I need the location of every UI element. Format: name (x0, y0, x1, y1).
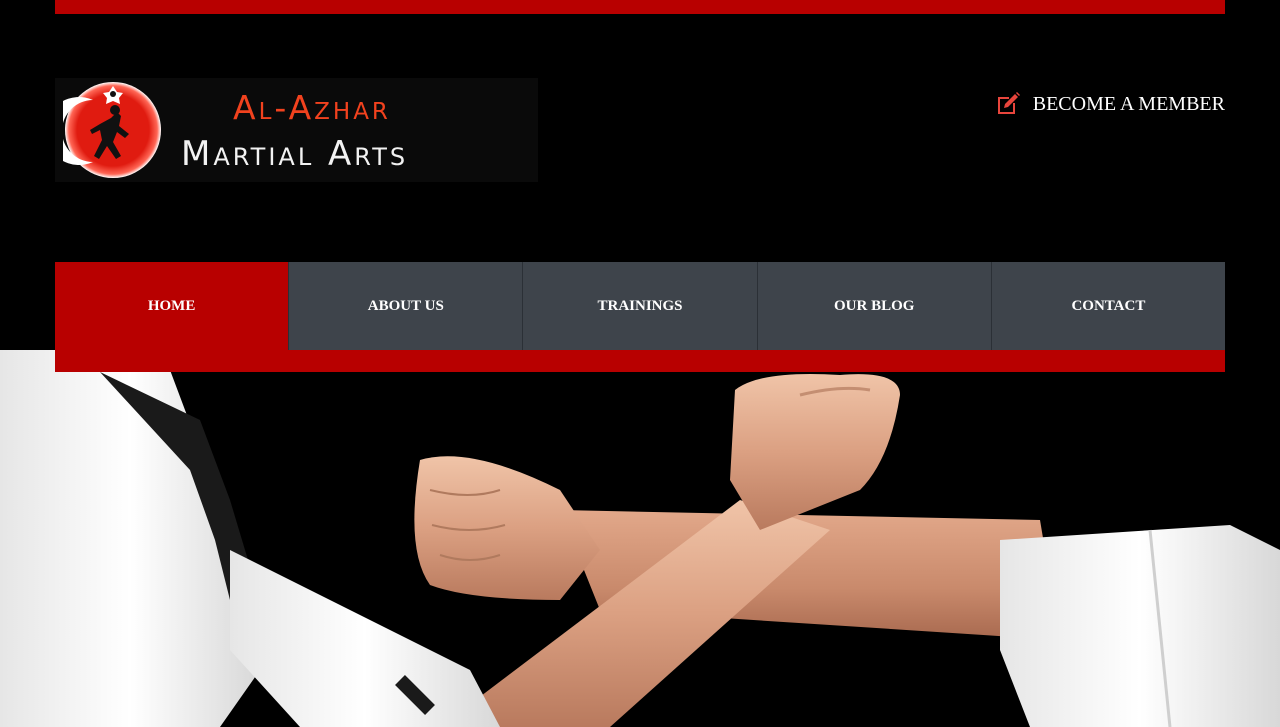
nav-item-about-us[interactable]: ABOUT US (288, 262, 523, 350)
nav-item-label: TRAININGS (597, 297, 683, 314)
main-navigation: HOME ABOUT US TRAININGS OUR BLOG CONTACT (55, 262, 1226, 372)
top-accent-bar (55, 0, 1225, 14)
martial-artist-emblem-icon (63, 82, 161, 178)
site-logo[interactable]: Al-Azhar Martial Arts (55, 78, 538, 182)
nav-item-label: OUR BLOG (833, 297, 915, 314)
hero-image (0, 350, 1280, 727)
nav-item-label: CONTACT (1071, 297, 1146, 314)
nav-item-label: HOME (147, 297, 196, 314)
become-member-label: BECOME A MEMBER (1032, 92, 1225, 115)
page: Al-Azhar Martial Arts BECOME A MEMBER HO… (0, 0, 1280, 727)
logo-subtitle: Martial Arts (181, 134, 409, 174)
nav-item-contact[interactable]: CONTACT (990, 262, 1226, 350)
hero-crossed-arms-illustration (0, 350, 1280, 727)
nav-item-label: ABOUT US (367, 297, 444, 314)
logo-title: Al-Azhar (233, 88, 391, 127)
edit-pencil-icon (997, 92, 1020, 114)
become-member-link[interactable]: BECOME A MEMBER (995, 91, 1225, 117)
nav-item-trainings[interactable]: TRAININGS (522, 262, 757, 350)
nav-item-home[interactable]: HOME (55, 262, 289, 350)
nav-item-our-blog[interactable]: OUR BLOG (756, 262, 991, 350)
